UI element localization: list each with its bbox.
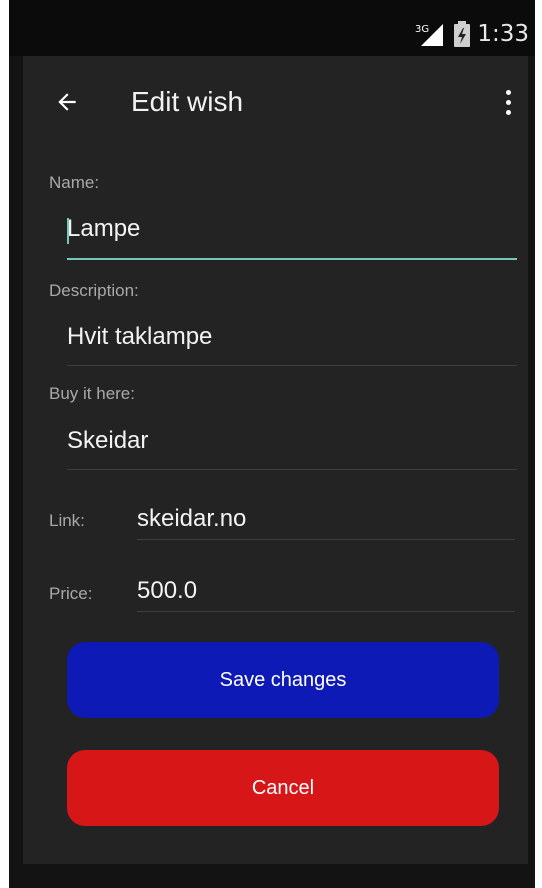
arrow-left-icon: [54, 89, 80, 115]
description-input[interactable]: Hvit taklampe: [67, 318, 517, 366]
app-toolbar: Edit wish: [23, 56, 528, 144]
more-vert-icon-dot: [505, 89, 511, 95]
name-input[interactable]: Lampe: [67, 210, 517, 260]
link-input[interactable]: skeidar.no: [137, 500, 515, 540]
name-label: Name:: [49, 173, 100, 192]
text-cursor: [67, 218, 69, 244]
phone-screen: 3G 1:33 Edit wish Name: Lampe Descriptio…: [9, 0, 535, 888]
back-button[interactable]: [47, 82, 87, 122]
status-bar: 3G 1:33: [9, 0, 535, 56]
battery-charging-icon: [453, 21, 471, 47]
network-type-text: 3G: [415, 24, 429, 35]
save-changes-button[interactable]: Save changes: [67, 642, 499, 718]
clock: 1:33: [477, 21, 529, 47]
more-options-button[interactable]: [494, 80, 522, 124]
signal-3g-icon: 3G: [415, 22, 447, 46]
buy-it-here-input[interactable]: Skeidar: [67, 422, 517, 470]
price-label: Price:: [49, 584, 93, 603]
more-vert-icon-dot: [505, 109, 511, 115]
description-label: Description:: [49, 281, 139, 300]
more-vert-icon-dot: [505, 99, 511, 105]
status-icons: 3G 1:33: [415, 20, 529, 48]
edit-wish-screen: Edit wish Name: Lampe Description: Hvit …: [23, 56, 528, 864]
link-label: Link:: [49, 511, 85, 530]
page-title: Edit wish: [131, 86, 244, 117]
buy-it-here-label: Buy it here:: [49, 384, 135, 403]
price-input[interactable]: 500.0: [137, 572, 515, 612]
cancel-button[interactable]: Cancel: [67, 750, 499, 826]
